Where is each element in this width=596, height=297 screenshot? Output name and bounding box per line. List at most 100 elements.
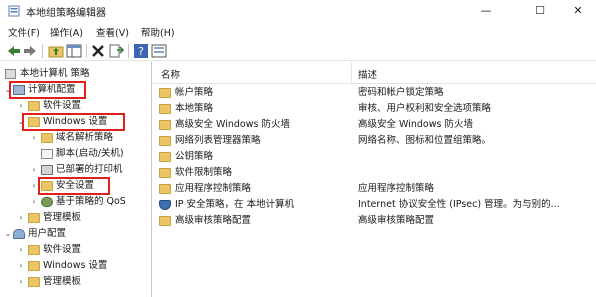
row-description: 网络名称、图标和位置组策略。: [358, 135, 492, 146]
column-header-name[interactable]: 名称: [161, 67, 180, 81]
printer-icon: [41, 165, 53, 175]
menu-file[interactable]: 文件(F): [8, 25, 40, 39]
row-description: 密码和帐户锁定策略: [358, 87, 444, 98]
row-name: 公钥策略: [175, 151, 214, 162]
qos-icon: [41, 197, 53, 207]
tree-item-software-settings[interactable]: › 软件设置: [0, 99, 151, 113]
list-pane[interactable]: 名称 描述 帐户策略 密码和帐户锁定策略 本地策略 审核、用户权利和安全选项策略…: [153, 62, 596, 297]
row-name: 高级安全 Windows 防火墙: [175, 119, 290, 130]
tree-item-label: 已部署的打印机: [56, 164, 123, 175]
menu-help[interactable]: 帮助(H): [141, 25, 175, 39]
chevron-right-icon[interactable]: ›: [30, 195, 38, 209]
list-header: 名称 描述: [153, 62, 596, 84]
highlight-box-windows-settings: [22, 113, 125, 131]
folder-icon: [159, 216, 171, 226]
tree-item-user-admin-templates[interactable]: › 管理模板: [0, 275, 151, 289]
folder-icon: [159, 168, 171, 178]
chevron-right-icon[interactable]: ›: [17, 99, 25, 113]
list-row[interactable]: 高级安全 Windows 防火墙 高级安全 Windows 防火墙: [153, 118, 596, 132]
chevron-right-icon[interactable]: ›: [17, 259, 25, 273]
row-description: 高级安全 Windows 防火墙: [358, 119, 473, 130]
user-icon: [13, 229, 25, 239]
tree-item-name-resolution-policy[interactable]: › 域名解析策略: [0, 131, 151, 145]
folder-icon: [159, 104, 171, 114]
column-header-description[interactable]: 描述: [358, 67, 377, 81]
folder-icon: [28, 101, 40, 111]
row-description: 高级审核策略配置: [358, 215, 435, 226]
folder-icon: [28, 261, 40, 271]
toolbar: ?: [0, 41, 596, 61]
row-name: 帐户策略: [175, 87, 214, 98]
row-name: 网络列表管理器策略: [175, 135, 261, 146]
properties-icon[interactable]: [151, 43, 167, 59]
folder-icon: [28, 245, 40, 255]
folder-icon: [159, 136, 171, 146]
tree-item-label: 软件设置: [43, 244, 82, 255]
list-row[interactable]: 本地策略 审核、用户权利和安全选项策略: [153, 102, 596, 116]
list-row[interactable]: 帐户策略 密码和帐户锁定策略: [153, 86, 596, 100]
row-name: 软件限制策略: [175, 167, 233, 178]
tree-pane[interactable]: 本地计算机 策略 ⌄ 计算机配置 › 软件设置 ⌄ Windows 设置 › 域…: [0, 62, 152, 297]
chevron-right-icon[interactable]: ›: [30, 131, 38, 145]
forward-arrow-icon[interactable]: [22, 43, 38, 59]
row-name: 本地策略: [175, 103, 214, 114]
folder-icon: [28, 213, 40, 223]
show-hide-tree-icon[interactable]: [66, 43, 82, 59]
svg-text:?: ?: [138, 45, 144, 58]
chevron-down-icon[interactable]: ⌄: [4, 227, 12, 241]
delete-icon[interactable]: [90, 43, 106, 59]
row-name: 应用程序控制策略: [175, 183, 252, 194]
list-row[interactable]: 公钥策略: [153, 150, 596, 164]
ip-security-icon: [159, 200, 171, 210]
export-list-icon[interactable]: [108, 43, 124, 59]
minimize-button[interactable]: —: [464, 0, 508, 22]
toolbar-separator: [86, 44, 87, 58]
tree-item-label: 脚本(启动/关机): [56, 148, 124, 159]
tree-item-scripts[interactable]: 脚本(启动/关机): [0, 147, 151, 161]
folder-icon: [41, 133, 53, 143]
tree-item-deployed-printers[interactable]: › 已部署的打印机: [0, 163, 151, 177]
close-button[interactable]: ✕: [560, 0, 596, 22]
help-icon[interactable]: ?: [133, 43, 149, 59]
chevron-right-icon[interactable]: ›: [30, 163, 38, 177]
chevron-right-icon[interactable]: ›: [30, 179, 38, 193]
row-name: 高级审核策略配置: [175, 215, 252, 226]
row-description: 审核、用户权利和安全选项策略: [358, 103, 492, 114]
tree-item-label: 用户配置: [28, 228, 67, 239]
toolbar-separator: [42, 44, 43, 58]
tree-item-label: 软件设置: [43, 100, 82, 111]
menu-action[interactable]: 操作(A): [50, 25, 83, 39]
tree-item-label: 域名解析策略: [56, 132, 114, 143]
maximize-button[interactable]: ☐: [518, 0, 562, 22]
tree-item-label: 管理模板: [43, 212, 82, 223]
row-description: Internet 协议安全性 (IPsec) 管理。为与别的...: [358, 199, 560, 210]
tree-item-user-windows-settings[interactable]: › Windows 设置: [0, 259, 151, 273]
folder-icon: [159, 184, 171, 194]
row-name: IP 安全策略，在 本地计算机: [175, 199, 295, 210]
list-row[interactable]: 应用程序控制策略 应用程序控制策略: [153, 182, 596, 196]
folder-up-icon[interactable]: [48, 43, 64, 59]
tree-item-user-config[interactable]: ⌄ 用户配置: [0, 227, 151, 241]
list-row[interactable]: 网络列表管理器策略 网络名称、图标和位置组策略。: [153, 134, 596, 148]
back-arrow-icon[interactable]: [6, 43, 22, 59]
tree-item-user-software-settings[interactable]: › 软件设置: [0, 243, 151, 257]
chevron-right-icon[interactable]: ›: [17, 211, 25, 225]
column-divider[interactable]: [351, 62, 352, 84]
menu-view[interactable]: 查看(V): [96, 25, 129, 39]
computer-policy-icon: [5, 69, 16, 79]
highlight-box-security-settings: [38, 177, 110, 195]
folder-icon: [28, 277, 40, 287]
folder-icon: [159, 120, 171, 130]
chevron-right-icon[interactable]: ›: [17, 243, 25, 257]
list-row[interactable]: 软件限制策略: [153, 166, 596, 180]
list-row[interactable]: 高级审核策略配置 高级审核策略配置: [153, 214, 596, 228]
tree-item-label: 本地计算机 策略: [20, 68, 90, 79]
chevron-right-icon[interactable]: ›: [17, 275, 25, 289]
tree-item-label: Windows 设置: [43, 260, 108, 271]
tree-item-root[interactable]: 本地计算机 策略: [0, 67, 151, 81]
app-icon: [8, 5, 20, 17]
list-row[interactable]: IP 安全策略，在 本地计算机 Internet 协议安全性 (IPsec) 管…: [153, 198, 596, 212]
tree-item-qos[interactable]: › 基于策略的 QoS: [0, 195, 151, 209]
tree-item-admin-templates[interactable]: › 管理模板: [0, 211, 151, 225]
folder-icon: [159, 152, 171, 162]
